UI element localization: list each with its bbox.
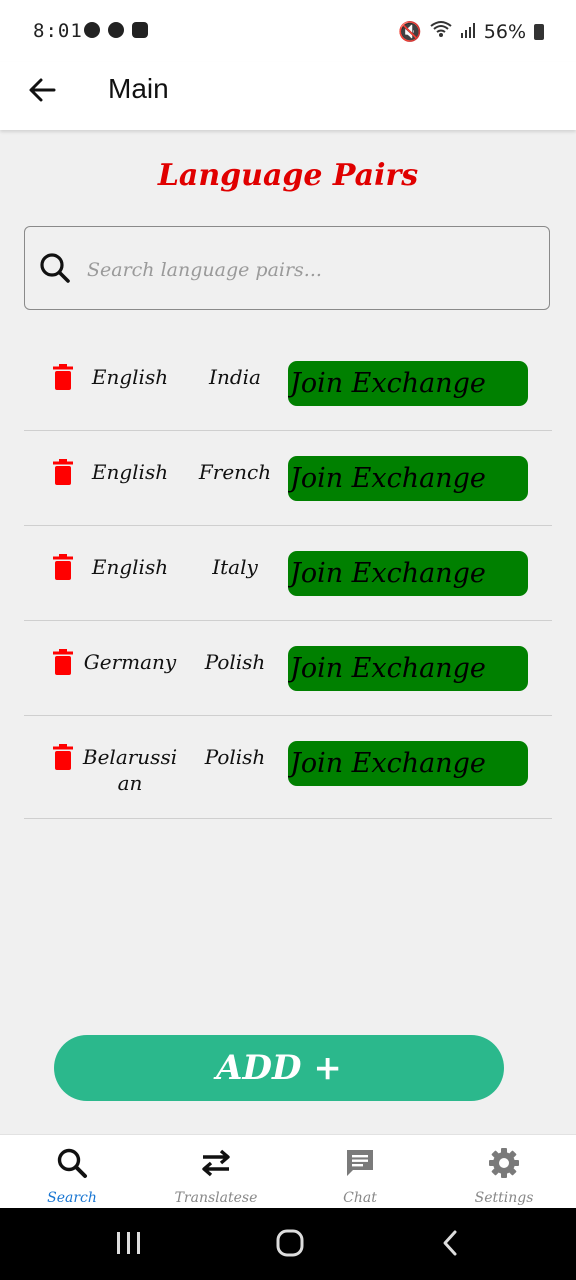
language-to: Polish bbox=[204, 745, 266, 769]
join-exchange-button[interactable]: Join Exchange bbox=[288, 361, 528, 406]
nav-item-chat[interactable]: Chat bbox=[288, 1135, 432, 1209]
status-right: 🔇 56% bbox=[398, 20, 544, 43]
trash-icon[interactable] bbox=[52, 649, 74, 675]
home-icon[interactable] bbox=[275, 1228, 305, 1258]
language-to: Italy bbox=[212, 555, 258, 579]
language-from: Germany bbox=[83, 650, 177, 674]
search-box[interactable] bbox=[24, 226, 550, 310]
signal-icon bbox=[460, 21, 476, 43]
nav-label: Chat bbox=[343, 1190, 377, 1206]
bottom-navigation: Search Translatese Chat Settings bbox=[0, 1134, 576, 1209]
notification-icon bbox=[132, 22, 148, 38]
list-item: Belarussian Polish Join Exchange bbox=[24, 716, 552, 819]
language-to: French bbox=[198, 460, 272, 484]
list-item: English India Join Exchange bbox=[24, 336, 552, 431]
gear-icon bbox=[489, 1148, 519, 1178]
recent-apps-icon[interactable] bbox=[116, 1228, 142, 1258]
chat-icon bbox=[347, 1150, 373, 1176]
join-exchange-button[interactable]: Join Exchange bbox=[288, 551, 528, 596]
trash-icon[interactable] bbox=[52, 459, 74, 485]
trash-icon[interactable] bbox=[52, 554, 74, 580]
status-bar: 8:01 🔇 56% bbox=[0, 0, 576, 62]
language-from: English bbox=[91, 460, 169, 484]
app-bar-title: Main bbox=[108, 73, 169, 104]
system-navigation-bar bbox=[0, 1208, 576, 1280]
list-item: Germany Polish Join Exchange bbox=[24, 621, 552, 716]
join-exchange-button[interactable]: Join Exchange bbox=[288, 456, 528, 501]
search-icon bbox=[40, 253, 70, 283]
notification-icon bbox=[108, 22, 124, 38]
join-exchange-button[interactable]: Join Exchange bbox=[288, 741, 528, 786]
language-to: Polish bbox=[204, 650, 266, 674]
nav-item-settings[interactable]: Settings bbox=[432, 1135, 576, 1209]
trash-icon[interactable] bbox=[52, 364, 74, 390]
language-pair-list: English India Join Exchange English Fren… bbox=[24, 336, 552, 819]
join-exchange-button[interactable]: Join Exchange bbox=[288, 646, 528, 691]
add-pair-button[interactable]: ADD + bbox=[54, 1035, 504, 1101]
mute-icon: 🔇 bbox=[398, 21, 422, 43]
notification-icon bbox=[84, 22, 100, 38]
notification-icons bbox=[84, 22, 148, 38]
app-bar: Main bbox=[0, 62, 576, 130]
language-from: English bbox=[91, 555, 169, 579]
language-from: English bbox=[91, 365, 169, 389]
trash-icon[interactable] bbox=[52, 744, 74, 770]
search-input[interactable] bbox=[85, 247, 529, 293]
battery-icon bbox=[534, 23, 544, 40]
language-to: India bbox=[209, 365, 261, 389]
nav-label: Settings bbox=[474, 1190, 534, 1206]
list-item: English Italy Join Exchange bbox=[24, 526, 552, 621]
system-back-icon[interactable] bbox=[440, 1228, 460, 1258]
nav-item-search[interactable]: Search bbox=[0, 1135, 144, 1209]
back-arrow-icon[interactable] bbox=[28, 76, 56, 104]
status-time: 8:01 bbox=[33, 20, 83, 42]
language-from: Belarussian bbox=[82, 745, 178, 795]
nav-item-translatese[interactable]: Translatese bbox=[144, 1135, 288, 1209]
nav-label: Search bbox=[47, 1190, 97, 1206]
page-title: Language Pairs bbox=[157, 158, 419, 193]
wifi-icon bbox=[430, 20, 452, 43]
nav-label: Translatese bbox=[174, 1190, 258, 1206]
battery-percent: 56% bbox=[483, 20, 526, 43]
swap-arrows-icon bbox=[202, 1149, 230, 1177]
list-item: English French Join Exchange bbox=[24, 431, 552, 526]
search-icon bbox=[57, 1148, 87, 1178]
